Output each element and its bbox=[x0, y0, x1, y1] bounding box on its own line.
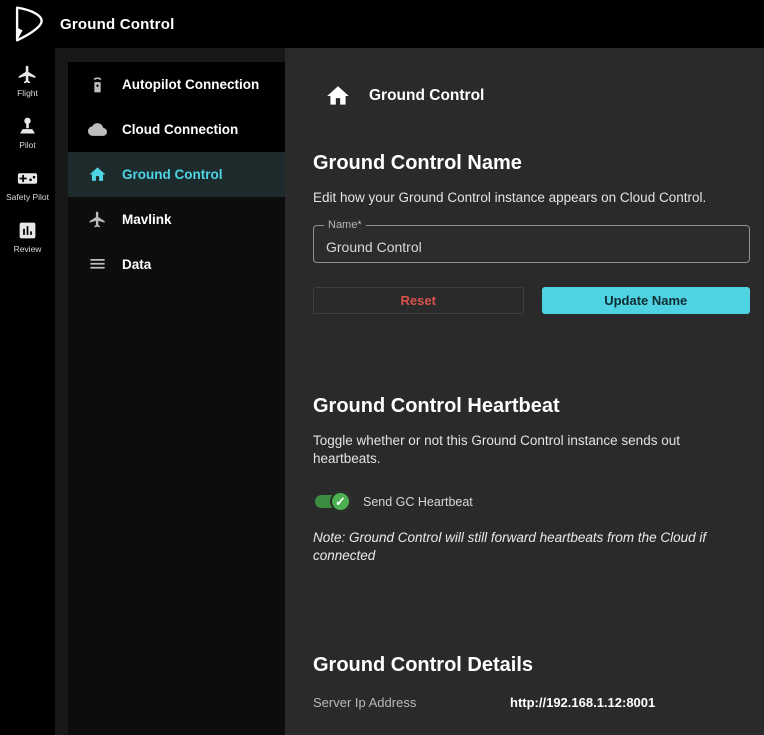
home-icon bbox=[325, 83, 351, 109]
reset-button[interactable]: Reset bbox=[313, 287, 524, 314]
heartbeat-note: Note: Ground Control will still forward … bbox=[313, 529, 748, 565]
nav-connection-group: Autopilot Connection Cloud Connection bbox=[68, 62, 285, 152]
page-title: Ground Control bbox=[369, 87, 484, 105]
app-title: Ground Control bbox=[60, 16, 174, 33]
name-section-description: Edit how your Ground Control instance ap… bbox=[313, 189, 748, 207]
home-icon bbox=[88, 165, 107, 184]
server-ip-value: http://192.168.1.12:8001 bbox=[510, 695, 655, 710]
main-content: Ground Control Ground Control Name Edit … bbox=[285, 48, 764, 735]
nav-label: Mavlink bbox=[122, 212, 172, 227]
list-icon bbox=[88, 255, 107, 274]
nav-item-data[interactable]: Data bbox=[68, 242, 285, 287]
details-section-heading: Ground Control Details bbox=[313, 654, 748, 677]
heartbeat-section-description: Toggle whether or not this Ground Contro… bbox=[313, 432, 748, 468]
heartbeat-section: Ground Control Heartbeat Toggle whether … bbox=[313, 395, 748, 565]
name-buttons-row: Reset Update Name bbox=[313, 287, 750, 314]
rail-item-flight[interactable]: Flight bbox=[0, 64, 55, 98]
nav-label: Data bbox=[122, 257, 151, 272]
plane-icon bbox=[88, 210, 107, 229]
nav-item-autopilot-connection[interactable]: Autopilot Connection bbox=[68, 62, 285, 107]
name-section-heading: Ground Control Name bbox=[313, 152, 748, 175]
nav-label: Cloud Connection bbox=[122, 122, 238, 137]
nav-item-ground-control[interactable]: Ground Control bbox=[68, 152, 285, 197]
name-input[interactable] bbox=[314, 226, 749, 262]
top-bar: Ground Control bbox=[0, 0, 764, 48]
rail-label: Safety Pilot bbox=[6, 192, 49, 202]
gamepad-icon bbox=[17, 168, 38, 189]
rail-label: Review bbox=[14, 244, 42, 254]
rail-label: Flight bbox=[17, 88, 38, 98]
nav-item-mavlink[interactable]: Mavlink bbox=[68, 197, 285, 242]
nav-label: Ground Control bbox=[122, 167, 222, 182]
name-section: Ground Control Name Edit how your Ground… bbox=[313, 152, 748, 314]
toggle-check-icon: ✓ bbox=[330, 491, 351, 512]
details-section: Ground Control Details Server Ip Address… bbox=[313, 654, 748, 710]
rail-item-pilot[interactable]: Pilot bbox=[0, 116, 55, 150]
nav-label: Autopilot Connection bbox=[122, 77, 259, 92]
settings-nav: Autopilot Connection Cloud Connection Gr… bbox=[68, 62, 285, 735]
rail-item-review[interactable]: Review bbox=[0, 220, 55, 254]
heartbeat-toggle-row: ✓ Send GC Heartbeat bbox=[315, 491, 748, 513]
update-name-button[interactable]: Update Name bbox=[542, 287, 751, 314]
flight-icon bbox=[17, 64, 38, 85]
left-rail: Flight Pilot Safety Pilot Review bbox=[0, 48, 55, 735]
heartbeat-section-heading: Ground Control Heartbeat bbox=[313, 395, 748, 418]
cloud-icon bbox=[88, 120, 107, 139]
brand-logo-icon bbox=[8, 3, 48, 45]
rail-item-safety-pilot[interactable]: Safety Pilot bbox=[0, 168, 55, 202]
server-ip-label: Server Ip Address bbox=[313, 695, 510, 710]
gc-heartbeat-toggle[interactable]: ✓ bbox=[315, 495, 347, 508]
joystick-icon bbox=[17, 116, 38, 137]
name-field-wrapper: Name* bbox=[313, 225, 750, 263]
review-icon bbox=[17, 220, 38, 241]
detail-row: Server Ip Address http://192.168.1.12:80… bbox=[313, 695, 748, 710]
name-field-label: Name* bbox=[324, 219, 366, 231]
nav-item-cloud-connection[interactable]: Cloud Connection bbox=[68, 107, 285, 152]
rail-label: Pilot bbox=[19, 140, 36, 150]
page-header: Ground Control bbox=[313, 82, 748, 110]
remote-icon bbox=[88, 75, 107, 94]
heartbeat-toggle-label: Send GC Heartbeat bbox=[363, 495, 473, 509]
